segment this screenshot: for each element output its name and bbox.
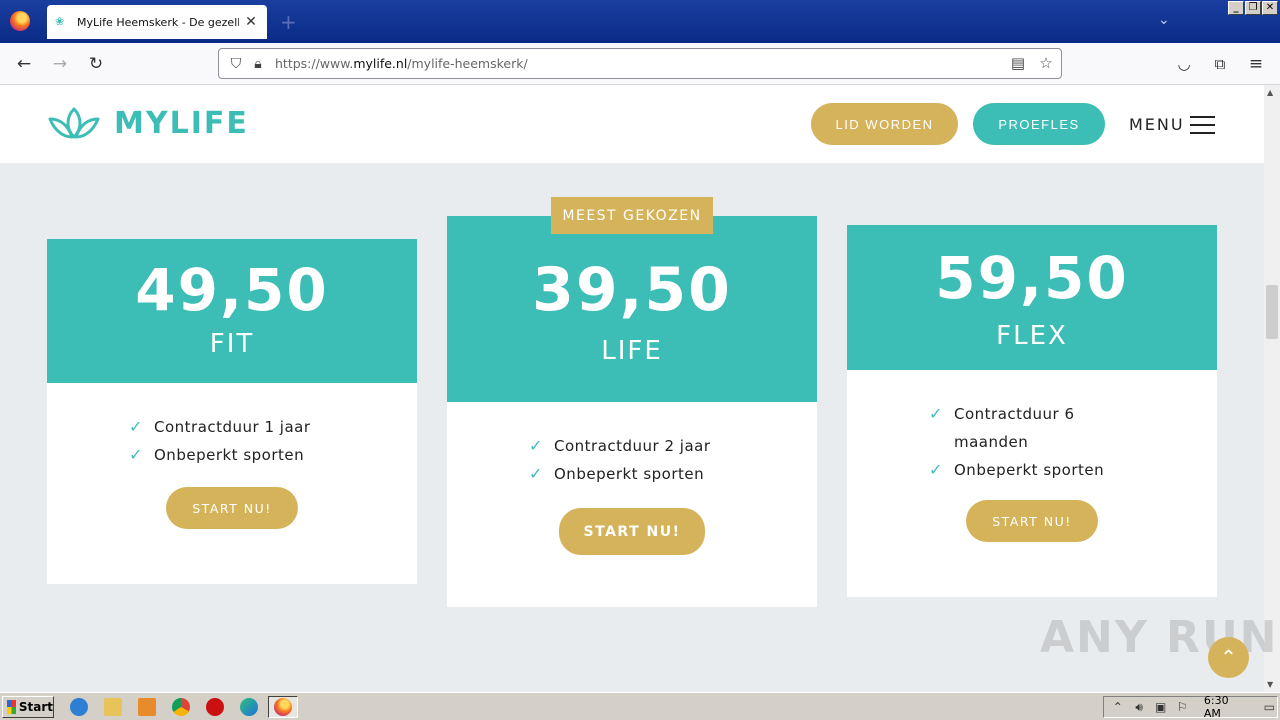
minimize-icon[interactable]: _ bbox=[1228, 1, 1244, 15]
internet-explorer-icon[interactable] bbox=[70, 698, 88, 716]
start-button[interactable]: Start bbox=[2, 696, 54, 718]
firefox-icon bbox=[274, 698, 292, 716]
browser-tab[interactable]: ❀ MyLife Heemskerk - De gezelligste ✕ bbox=[47, 5, 267, 39]
pocket-icon[interactable]: ◡ bbox=[1173, 53, 1195, 75]
browser-titlebar: ❀ MyLife Heemskerk - De gezelligste ✕ + … bbox=[0, 0, 1280, 43]
navigation-bar: ← → ↻ ⛉ 🔒︎ https://www.mylife.nl/mylife-… bbox=[0, 43, 1280, 85]
plan-price: 39,50 bbox=[532, 255, 732, 325]
hamburger-icon bbox=[1189, 115, 1215, 134]
checkmark-icon: ✓ bbox=[129, 445, 143, 464]
plan-header: 39,50 LIFE bbox=[447, 216, 817, 402]
start-nu-button[interactable]: START NU! bbox=[166, 487, 298, 529]
menu-label: MENU bbox=[1129, 115, 1185, 134]
windows-taskbar: Start ⌃ 🔊︎ ▣ ⚐ 6:30 AM ▭ bbox=[0, 692, 1280, 720]
list-item: ✓ Onbeperkt sporten bbox=[929, 456, 1217, 484]
file-explorer-icon[interactable] bbox=[104, 698, 122, 716]
proefles-button[interactable]: PROEFLES bbox=[973, 103, 1105, 145]
list-item: ✓ Contractduur 2 jaar bbox=[529, 432, 817, 460]
windows-flag-icon bbox=[7, 700, 16, 714]
plan-name: FIT bbox=[209, 329, 255, 359]
plan-price: 49,50 bbox=[135, 256, 329, 324]
volume-icon[interactable]: 🔊︎ bbox=[1131, 700, 1146, 715]
checkmark-icon: ✓ bbox=[529, 464, 543, 483]
start-nu-button[interactable]: START NU! bbox=[966, 500, 1098, 542]
extensions-icon[interactable]: ⧉ bbox=[1209, 53, 1231, 75]
close-tab-icon[interactable]: ✕ bbox=[243, 14, 259, 30]
firefox-taskbar-button[interactable] bbox=[268, 696, 298, 718]
scroll-to-top-button[interactable]: ⌃ bbox=[1208, 637, 1249, 678]
chrome-icon[interactable] bbox=[172, 698, 190, 716]
edge-icon[interactable] bbox=[240, 698, 258, 716]
checkmark-icon: ✓ bbox=[929, 404, 943, 423]
hamburger-menu-icon[interactable]: ≡ bbox=[1245, 53, 1267, 75]
clock: 6:30 AM bbox=[1203, 694, 1229, 720]
start-nu-button[interactable]: START NU! bbox=[559, 508, 705, 555]
feature-list: ✓ Contractduur 2 jaar ✓ Onbeperkt sporten bbox=[447, 432, 817, 488]
plan-price: 59,50 bbox=[935, 244, 1129, 312]
site-header: MYLIFE LID WORDEN PROEFLES MENU bbox=[0, 85, 1264, 163]
firefox-icon[interactable] bbox=[10, 11, 30, 31]
lotus-favicon-icon: ❀ bbox=[55, 15, 65, 28]
back-arrow-icon[interactable]: ← bbox=[13, 53, 35, 75]
reload-icon[interactable]: ↻ bbox=[85, 53, 107, 75]
network-icon[interactable]: ▣ bbox=[1153, 700, 1168, 714]
checkmark-icon: ✓ bbox=[929, 460, 943, 479]
tab-title: MyLife Heemskerk - De gezelligste bbox=[77, 15, 239, 29]
mylife-logo[interactable]: MYLIFE bbox=[46, 105, 249, 141]
list-item: ✓ Onbeperkt sporten bbox=[129, 441, 417, 469]
bookmark-star-icon[interactable]: ☆ bbox=[1036, 54, 1056, 74]
plan-name: LIFE bbox=[601, 336, 663, 366]
logo-text: MYLIFE bbox=[114, 105, 249, 141]
page-scrollbar[interactable]: ▲ ▼ bbox=[1264, 85, 1280, 692]
scroll-down-icon[interactable]: ▼ bbox=[1267, 680, 1273, 689]
chevron-up-icon: ⌃ bbox=[1220, 645, 1237, 669]
list-item: ✓ Contractduur 6 maanden bbox=[929, 400, 1109, 456]
menu-toggle[interactable]: MENU bbox=[1129, 115, 1215, 134]
plan-header: 59,50 FLEX bbox=[847, 225, 1217, 370]
tray-expand-icon[interactable]: ⌃ bbox=[1110, 700, 1125, 714]
system-tray: ⌃ 🔊︎ ▣ ⚐ 6:30 AM ▭ bbox=[1103, 694, 1278, 720]
plan-card-fit: 49,50 FIT ✓ Contractduur 1 jaar ✓ Onbeperk… bbox=[47, 239, 417, 584]
chevron-down-icon[interactable]: ⌄ bbox=[1158, 12, 1170, 28]
meest-gekozen-badge: MEEST GEKOZEN bbox=[551, 197, 713, 234]
close-window-icon[interactable]: ✕ bbox=[1262, 1, 1278, 15]
opera-icon[interactable] bbox=[206, 698, 224, 716]
show-desktop-icon[interactable]: ▭ bbox=[1262, 700, 1277, 714]
plan-card-life: 39,50 LIFE ✓ Contractduur 2 jaar ✓ Onbeper… bbox=[447, 216, 817, 607]
lid-worden-button[interactable]: LID WORDEN bbox=[811, 103, 958, 145]
shield-icon[interactable]: ⛉ bbox=[227, 55, 245, 73]
new-tab-icon[interactable]: + bbox=[280, 10, 297, 34]
url-bar[interactable]: ⛉ 🔒︎ https://www.mylife.nl/mylife-heemsk… bbox=[218, 48, 1062, 79]
list-item: ✓ Onbeperkt sporten bbox=[529, 460, 817, 488]
scroll-thumb[interactable] bbox=[1266, 285, 1278, 339]
reader-view-icon[interactable]: ▤ bbox=[1008, 54, 1028, 74]
restore-icon[interactable]: ❐ bbox=[1245, 1, 1261, 15]
forward-arrow-icon[interactable]: → bbox=[49, 53, 71, 75]
plan-header: 49,50 FIT bbox=[47, 239, 417, 383]
plan-card-flex: 59,50 FLEX ✓ Contractduur 6 maanden ✓ Onbe… bbox=[847, 225, 1217, 597]
scroll-up-icon[interactable]: ▲ bbox=[1267, 88, 1273, 97]
flag-icon[interactable]: ⚐ bbox=[1174, 700, 1189, 714]
feature-list: ✓ Contractduur 1 jaar ✓ Onbeperkt sporten bbox=[47, 413, 417, 469]
start-label: Start bbox=[18, 700, 53, 714]
window-controls: _ ❐ ✕ bbox=[1228, 1, 1278, 15]
plan-name: FLEX bbox=[996, 321, 1068, 351]
feature-list: ✓ Contractduur 6 maanden ✓ Onbeperkt sport… bbox=[847, 400, 1217, 484]
checkmark-icon: ✓ bbox=[529, 436, 543, 455]
media-player-icon[interactable] bbox=[138, 698, 156, 716]
list-item: ✓ Contractduur 1 jaar bbox=[129, 413, 417, 441]
checkmark-icon: ✓ bbox=[129, 417, 143, 436]
lock-icon[interactable]: 🔒︎ bbox=[249, 55, 267, 73]
lotus-logo-icon bbox=[48, 107, 100, 139]
url-text[interactable]: https://www.mylife.nl/mylife-heemskerk/ bbox=[275, 56, 528, 71]
